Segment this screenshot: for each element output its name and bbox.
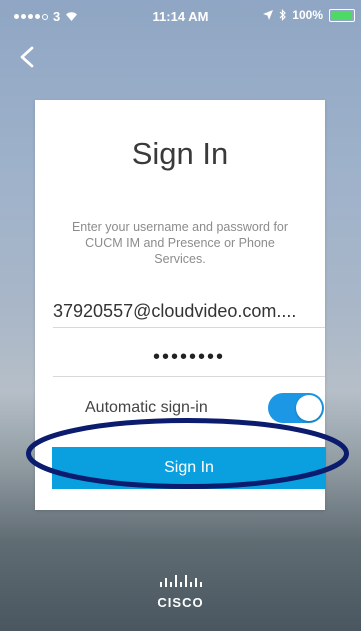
sign-in-screen: 3 11:14 AM 100% Sign In Enter your usern… [0, 0, 361, 631]
status-bar: 3 11:14 AM 100% [0, 0, 361, 30]
automatic-sign-in-toggle[interactable] [268, 393, 324, 423]
username-field[interactable]: 37920557@cloudvideo.com.... [53, 295, 325, 328]
battery-icon [329, 8, 355, 22]
automatic-sign-in-label: Automatic sign-in [85, 399, 208, 416]
location-arrow-icon [263, 10, 274, 20]
automatic-sign-in-row: Automatic sign-in [55, 392, 325, 423]
cisco-wordmark: CISCO [157, 595, 204, 610]
bluetooth-icon [279, 9, 287, 21]
cisco-bridge-icon [159, 575, 202, 587]
toggle-knob [296, 395, 322, 421]
sign-in-instructions: Enter your username and password for CUC… [71, 220, 289, 266]
password-field[interactable]: •••••••• [53, 340, 325, 377]
back-button[interactable] [14, 42, 44, 72]
battery-percent: 100% [292, 8, 323, 22]
chevron-left-icon [20, 46, 34, 68]
page-title: Sign In [131, 136, 229, 171]
status-right: 100% [263, 8, 355, 22]
sign-in-card: Sign In Enter your username and password… [35, 100, 326, 510]
sign-in-button[interactable]: Sign In [52, 447, 326, 489]
cisco-logo: CISCO [0, 573, 361, 610]
battery-level-fill [331, 10, 351, 20]
